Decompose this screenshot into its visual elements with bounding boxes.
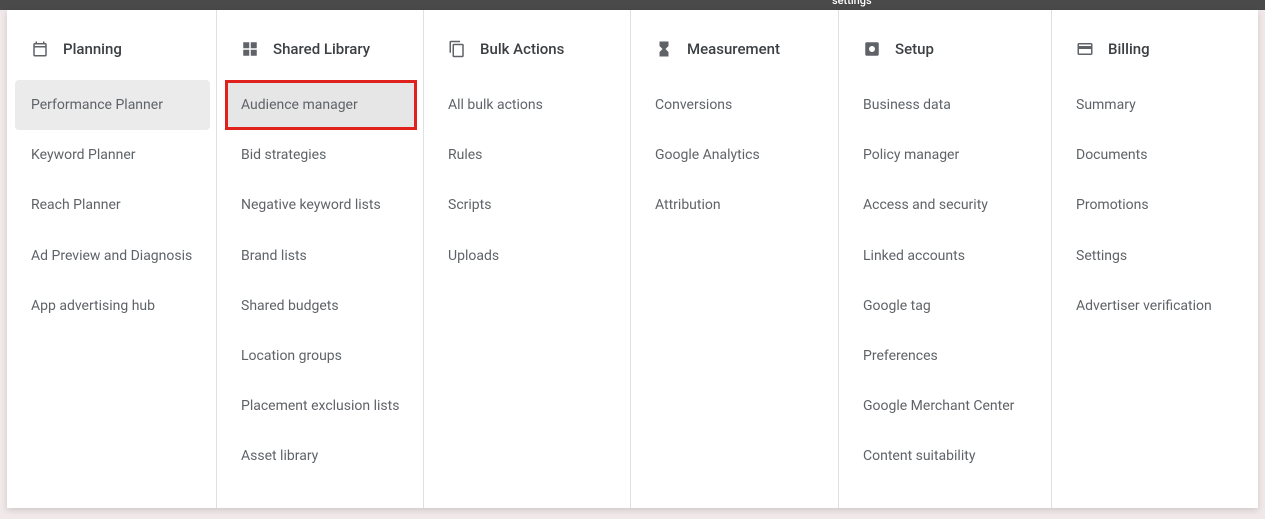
menu-item-documents[interactable]: Documents [1052,130,1258,180]
menu-item-access-security[interactable]: Access and security [839,180,1051,230]
copy-icon [448,40,466,58]
column-header-label: Planning [63,40,122,58]
column-planning: Planning Performance Planner Keyword Pla… [7,10,217,508]
column-header-setup: Setup [839,40,1051,80]
menu-item-attribution[interactable]: Attribution [631,180,838,230]
gear-box-icon [863,40,881,58]
menu-item-bid-strategies[interactable]: Bid strategies [217,130,423,180]
menu-item-preferences[interactable]: Preferences [839,331,1051,381]
column-setup: Setup Business data Policy manager Acces… [839,10,1052,508]
menu-item-settings[interactable]: Settings [1052,231,1258,281]
menu-item-google-analytics[interactable]: Google Analytics [631,130,838,180]
menu-item-conversions[interactable]: Conversions [631,80,838,130]
menu-item-brand-lists[interactable]: Brand lists [217,231,423,281]
column-header-billing: Billing [1052,40,1258,80]
menu-item-policy-manager[interactable]: Policy manager [839,130,1051,180]
calendar-icon [31,40,49,58]
column-bulk-actions: Bulk Actions All bulk actions Rules Scri… [424,10,631,508]
column-billing: Billing Summary Documents Promotions Set… [1052,10,1258,508]
hourglass-icon [655,40,673,58]
menu-item-content-suitability[interactable]: Content suitability [839,431,1051,481]
menu-item-business-data[interactable]: Business data [839,80,1051,130]
column-header-label: Bulk Actions [480,40,564,58]
tools-panel: Planning Performance Planner Keyword Pla… [7,10,1258,508]
menu-item-summary[interactable]: Summary [1052,80,1258,130]
menu-item-linked-accounts[interactable]: Linked accounts [839,231,1051,281]
column-header-label: Setup [895,40,934,58]
topbar-partial-text: settings [832,0,872,7]
card-icon [1076,40,1094,58]
menu-item-audience-manager[interactable]: Audience manager [225,80,417,130]
column-shared-library: Shared Library Audience manager Bid stra… [217,10,424,508]
menu-item-all-bulk-actions[interactable]: All bulk actions [424,80,630,130]
column-measurement: Measurement Conversions Google Analytics… [631,10,839,508]
menu-item-location-groups[interactable]: Location groups [217,331,423,381]
column-header-label: Billing [1108,40,1150,58]
menu-item-app-advertising-hub[interactable]: App advertising hub [7,281,216,331]
column-header-bulk-actions: Bulk Actions [424,40,630,80]
menu-item-reach-planner[interactable]: Reach Planner [7,180,216,230]
menu-item-rules[interactable]: Rules [424,130,630,180]
menu-item-keyword-planner[interactable]: Keyword Planner [7,130,216,180]
menu-item-performance-planner[interactable]: Performance Planner [15,80,210,130]
menu-item-google-tag[interactable]: Google tag [839,281,1051,331]
menu-item-shared-budgets[interactable]: Shared budgets [217,281,423,331]
menu-item-placement-exclusion-lists[interactable]: Placement exclusion lists [217,381,423,431]
menu-item-uploads[interactable]: Uploads [424,231,630,281]
top-bar: settings [0,0,1265,10]
column-header-shared-library: Shared Library [217,40,423,80]
menu-item-asset-library[interactable]: Asset library [217,431,423,481]
menu-item-promotions[interactable]: Promotions [1052,180,1258,230]
menu-item-ad-preview-diagnosis[interactable]: Ad Preview and Diagnosis [7,231,216,281]
column-header-planning: Planning [7,40,216,80]
menu-item-negative-keyword-lists[interactable]: Negative keyword lists [217,180,423,230]
menu-item-scripts[interactable]: Scripts [424,180,630,230]
menu-item-advertiser-verification[interactable]: Advertiser verification [1052,281,1258,331]
column-header-measurement: Measurement [631,40,838,80]
column-header-label: Shared Library [273,40,370,58]
menu-item-google-merchant-center[interactable]: Google Merchant Center [839,381,1051,431]
grid-icon [241,40,259,58]
column-header-label: Measurement [687,40,780,58]
